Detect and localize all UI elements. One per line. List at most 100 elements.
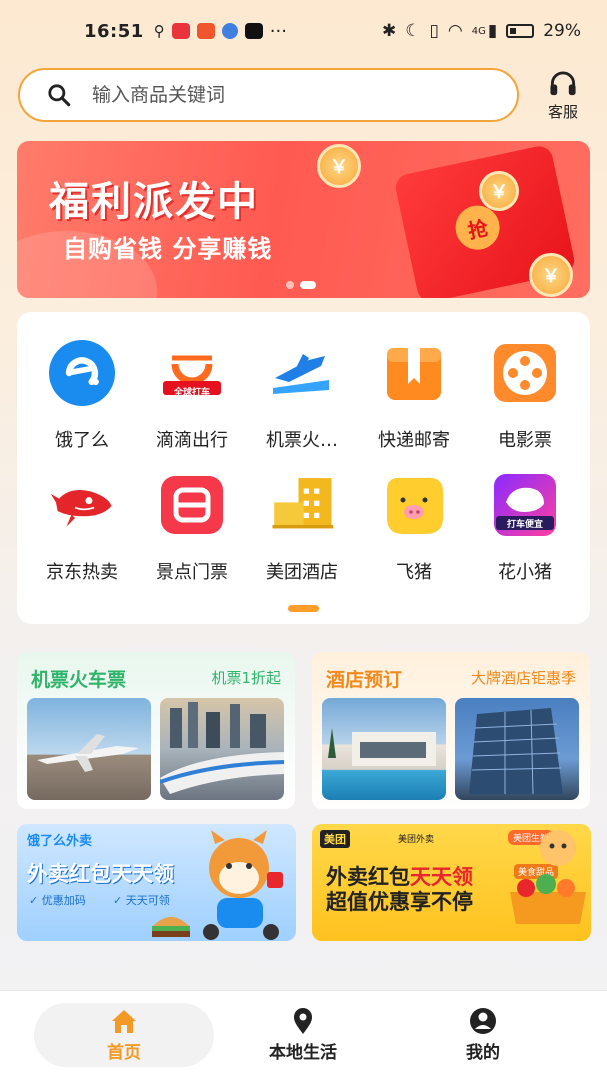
hotel-icon — [269, 472, 335, 538]
service-movie[interactable]: 电影票 — [470, 340, 580, 452]
hotel-promo-title: 酒店预订 — [326, 669, 403, 691]
notification-icons: ⚲ ··· — [154, 21, 287, 42]
service-huaxiaozhu[interactable]: 打车便宜 花小猪 — [470, 472, 580, 584]
pagination-dot-active — [300, 281, 316, 289]
status-time: 16:51 — [84, 20, 144, 42]
meituan-ad-banner[interactable]: 美团 美团外卖 美团生鲜 外卖红包天天领 超值优惠享不停 美食甜品 — [312, 824, 591, 941]
burger-icon — [152, 917, 190, 937]
service-jd[interactable]: 京东热卖 — [27, 472, 137, 584]
resort-pool-photo — [322, 698, 446, 800]
hotel-promo-card[interactable]: 酒店预订 大牌酒店钜惠季 — [312, 652, 590, 809]
service-label: 滴滴出行 — [156, 430, 228, 451]
eleme-ad-point2: ✓ 天天可领 — [113, 894, 170, 907]
service-label: 饿了么 — [55, 430, 109, 451]
cell-signal-icon: ▮ — [487, 21, 498, 41]
search-bar[interactable] — [18, 68, 519, 122]
travel-promo-card[interactable]: 机票火车票 机票1折起 — [17, 652, 295, 809]
eleme-ad-point1: ✓ 优惠加码 — [29, 894, 86, 907]
service-fliggy[interactable]: 飞猪 — [359, 472, 469, 584]
search-icon — [48, 84, 71, 107]
home-icon — [112, 1010, 136, 1033]
meituan-brand-tag: 美团 — [320, 830, 350, 848]
hotel-promo-tag: 大牌酒店钜惠季 — [470, 669, 576, 687]
eleme-brand-tag: 饿了么外卖 — [27, 834, 93, 849]
headset-icon — [550, 71, 576, 96]
more-notifications: ··· — [269, 20, 287, 42]
bottom-nav: 首页 本地生活 我的 — [0, 990, 607, 1080]
train-photo — [160, 698, 284, 800]
service-label: 快递邮寄 — [378, 430, 450, 451]
nav-local-label: 本地生活 — [269, 1043, 337, 1063]
service-flight-train[interactable]: 机票火… — [247, 340, 357, 452]
grid-page-indicator — [288, 605, 319, 612]
customer-service-label: 客服 — [547, 103, 578, 121]
eleme-point2-text: 天天可领 — [125, 894, 170, 907]
travel-promo-title: 机票火车票 — [31, 669, 127, 691]
service-didi[interactable]: 全球打车 滴滴出行 — [137, 340, 247, 452]
service-express[interactable]: 快递邮寄 — [359, 340, 469, 452]
airplane-photo — [27, 698, 151, 800]
nav-home-label: 首页 — [107, 1043, 141, 1063]
eleme-ad-banner[interactable]: 饿了么外卖 外卖红包天天领 ✓ 优惠加码 ✓ 天天可领 — [17, 824, 296, 941]
shiba-mascot-icon — [203, 830, 283, 940]
eleme-icon — [49, 340, 115, 406]
usb-icon: ⚲ — [153, 22, 165, 40]
didi-icon: 全球打车 — [159, 340, 225, 406]
search-input[interactable] — [92, 84, 452, 106]
wifi-icon: ◠ — [447, 21, 463, 41]
nav-mine-label: 我的 — [466, 1043, 500, 1063]
nav-home[interactable]: 首页 — [34, 1003, 214, 1067]
promo-banner[interactable]: 福利派发中 自购省钱 分享赚钱 抢 ￥ ￥ ￥ — [17, 141, 590, 298]
vibrate-icon: ▯ — [429, 21, 439, 41]
package-icon — [381, 340, 447, 406]
service-label: 飞猪 — [396, 562, 432, 583]
coin-icon: ￥ — [529, 253, 573, 297]
browser-app-icon — [221, 23, 238, 39]
hotel-building-photo — [455, 698, 579, 800]
meituan-ad-subtitle: 超值优惠享不停 — [326, 890, 473, 914]
pagination-dot — [286, 281, 294, 289]
coin-icon: ￥ — [317, 144, 361, 188]
service-eleme[interactable]: 饿了么 — [27, 340, 137, 452]
bluetooth-icon: ✱ — [382, 21, 397, 41]
battery-icon — [506, 24, 535, 38]
system-status: ✱ ☾ ▯ ◠ 4G ▮ 29% — [382, 21, 581, 41]
moon-icon: ☾ — [405, 21, 421, 41]
service-label: 美团酒店 — [266, 562, 338, 583]
location-pin-icon — [294, 1008, 312, 1034]
film-reel-icon — [492, 340, 558, 406]
travel-promo-tag: 机票1折起 — [211, 669, 281, 687]
service-scenic[interactable]: 景点门票 — [137, 472, 247, 584]
huaxiaozhu-icon: 打车便宜 — [492, 472, 558, 538]
nav-local-life[interactable]: 本地生活 — [213, 1003, 393, 1067]
service-label: 京东热卖 — [46, 562, 118, 583]
coin-icon: ￥ — [479, 171, 519, 211]
plane-icon — [269, 340, 335, 406]
fliggy-icon — [381, 472, 447, 538]
battery-percent: 29% — [543, 21, 581, 41]
ticket-icon — [159, 472, 225, 538]
customer-service-button[interactable]: 客服 — [538, 70, 588, 122]
service-label: 景点门票 — [156, 562, 228, 583]
service-label: 机票火… — [266, 430, 338, 451]
status-bar: 16:51 ⚲ ··· ✱ ☾ ▯ ◠ 4G ▮ 29% — [0, 0, 607, 62]
user-profile-icon — [470, 1008, 496, 1034]
services-grid: 饿了么 全球打车 滴滴出行 机票火… 快递邮寄 电影票 京东热卖 景点门票 美团… — [17, 312, 590, 624]
eleme-point1-text: 优惠加码 — [41, 894, 86, 907]
nav-mine[interactable]: 我的 — [393, 1003, 573, 1067]
huaxiaozhu-badge: 打车便宜 — [506, 519, 543, 530]
service-label: 电影票 — [498, 430, 552, 451]
food-basket-icon — [510, 830, 586, 924]
banner-subtitle: 自购省钱 分享赚钱 — [63, 235, 273, 263]
eleme-ad-title: 外卖红包天天领 — [27, 862, 174, 886]
game-app-icon — [196, 23, 215, 39]
banner-pagination — [286, 281, 316, 289]
meituan-waimai-tag: 美团外卖 — [398, 835, 435, 845]
tiktok-icon — [244, 23, 263, 39]
didi-badge: 全球打车 — [173, 387, 210, 398]
service-meituan-hotel[interactable]: 美团酒店 — [247, 472, 357, 584]
huawei-app-icon — [171, 23, 190, 39]
service-label: 花小猪 — [498, 562, 552, 583]
banner-title: 福利派发中 — [49, 179, 259, 225]
signal-label: 4G — [471, 25, 486, 37]
